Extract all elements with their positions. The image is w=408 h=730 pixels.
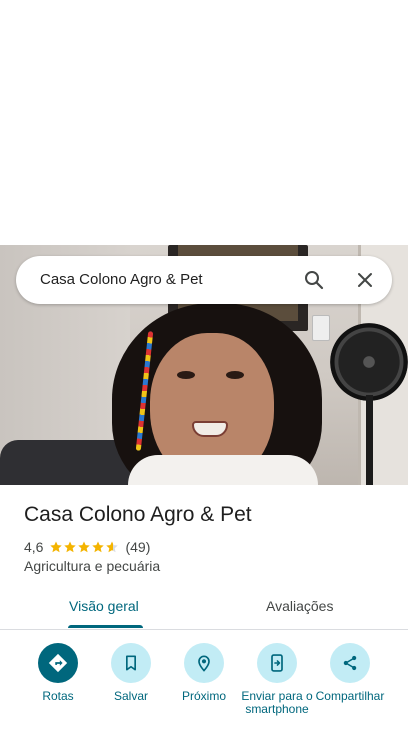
directions-button-circle[interactable] [38, 643, 78, 683]
phone-send-icon [271, 654, 283, 672]
star-icon [92, 541, 105, 553]
nearby-button-circle[interactable] [184, 643, 224, 683]
nearby-label: Próximo [181, 689, 226, 703]
share-button-circle[interactable] [330, 643, 370, 683]
share-icon [343, 655, 357, 671]
photo-light-switch [312, 315, 330, 341]
send-to-phone-label: Enviar para o smartphone [241, 689, 313, 716]
send-to-phone-button[interactable]: Enviar para o smartphone [237, 643, 317, 716]
close-icon[interactable] [353, 268, 377, 292]
share-button[interactable]: Compartilhar [310, 643, 390, 703]
search-icon[interactable] [302, 268, 326, 292]
photo-person-eye [177, 371, 195, 379]
star-icon [50, 541, 63, 553]
star-rating [49, 540, 119, 554]
save-button-circle[interactable] [111, 643, 151, 683]
star-icon [78, 541, 91, 553]
save-button[interactable]: Salvar [91, 643, 171, 703]
rating-value: 4,6 [24, 539, 44, 555]
map-blank-area [0, 0, 408, 245]
search-bar[interactable]: Casa Colono Agro & Pet [16, 256, 392, 304]
tab-bar: Visão geral Avaliações [0, 588, 408, 630]
photo-fan-stand [366, 395, 373, 485]
tab-active-indicator [68, 625, 143, 628]
place-category: Agricultura e pecuária [24, 558, 161, 574]
review-count[interactable]: (49) [125, 539, 150, 555]
rating-row[interactable]: 4,6 (49) [24, 538, 150, 556]
place-title: Casa Colono Agro & Pet [24, 503, 252, 526]
photo-person-shirt [128, 455, 318, 485]
tab-reviews[interactable]: Avaliações [266, 598, 333, 614]
nearby-pin-icon [198, 655, 210, 672]
nearby-button[interactable]: Próximo [164, 643, 244, 703]
share-label: Compartilhar [315, 689, 385, 703]
search-query[interactable]: Casa Colono Agro & Pet [40, 271, 203, 288]
photo-person-eye [226, 371, 244, 379]
directions-label: Rotas [42, 689, 74, 703]
action-bar: Rotas Salvar Próximo Enviar para o smart… [0, 631, 408, 730]
photo-person-mouth [192, 421, 228, 437]
send-to-phone-button-circle[interactable] [257, 643, 297, 683]
star-half-icon [106, 541, 119, 553]
photo-fan [330, 323, 408, 401]
tab-overview[interactable]: Visão geral [69, 598, 139, 614]
star-icon [64, 541, 77, 553]
save-label: Salvar [113, 689, 148, 703]
directions-icon [48, 653, 68, 673]
bookmark-icon [126, 655, 136, 671]
directions-button[interactable]: Rotas [18, 643, 98, 703]
